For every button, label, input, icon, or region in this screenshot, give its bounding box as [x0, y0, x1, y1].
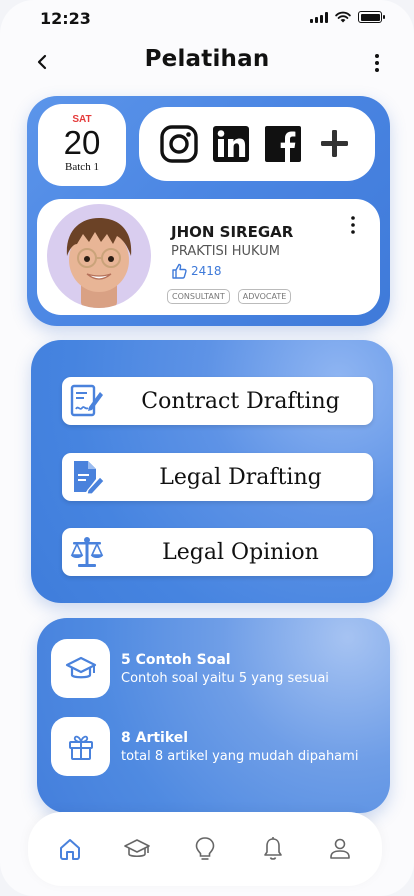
topic-legal-opinion[interactable]: Legal Opinion — [62, 528, 373, 576]
user-icon — [330, 838, 350, 859]
nav-home[interactable] — [53, 832, 87, 866]
app-screen: 12:23 Pelatihan SAT 20 Batch 1 JHON SIRE… — [0, 0, 414, 896]
profile-more-icon[interactable] — [348, 215, 358, 235]
tag-consultant: CONSULTANT — [167, 289, 230, 304]
bell-icon — [263, 837, 282, 860]
topics-card: Contract Drafting Legal Drafting Legal O… — [31, 340, 393, 603]
resource-title: 5 Contoh Soal — [121, 651, 231, 668]
thumbs-up-icon — [172, 263, 187, 279]
resource-text: 5 Contoh Soal Contoh soal yaitu 5 yang s… — [121, 652, 329, 686]
batch-label: Batch 1 — [65, 161, 99, 173]
resource-title: 8 Artikel — [121, 729, 189, 746]
status-time: 12:23 — [40, 9, 91, 28]
graduation-cap-icon — [65, 656, 96, 678]
nav-profile[interactable] — [323, 832, 357, 866]
status-icons — [310, 11, 385, 23]
resource-subtitle: total 8 artikel yang mudah dipahami — [121, 748, 359, 764]
more-options-icon[interactable] — [370, 52, 384, 74]
likes-count[interactable]: 2418 — [171, 263, 222, 279]
nav-ideas[interactable] — [188, 832, 222, 866]
facebook-icon[interactable] — [264, 125, 302, 163]
gift-icon — [68, 735, 93, 760]
resource-contoh-soal[interactable]: 5 Contoh Soal Contoh soal yaitu 5 yang s… — [51, 639, 329, 698]
topic-contract-drafting[interactable]: Contract Drafting — [62, 377, 373, 425]
linkedin-icon[interactable] — [212, 125, 250, 163]
resource-subtitle: Contoh soal yaitu 5 yang sesuai — [121, 670, 329, 686]
nav-courses[interactable] — [120, 832, 154, 866]
avatar — [47, 204, 151, 308]
tag-advocate: ADVOCATE — [237, 289, 292, 304]
plus-icon[interactable] — [316, 125, 354, 163]
trainer-name: JHON SIREGAR — [171, 223, 294, 241]
resource-artikel[interactable]: 8 Artikel total 8 artikel yang mudah dip… — [51, 717, 358, 776]
date-badge: SAT 20 Batch 1 — [38, 104, 126, 186]
scale-icon — [70, 537, 104, 567]
contract-edit-icon — [70, 384, 103, 417]
topic-label: Contract Drafting — [141, 388, 340, 414]
resource-text: 8 Artikel total 8 artikel yang mudah dip… — [121, 730, 358, 764]
document-edit-icon — [74, 461, 105, 495]
resource-icon-box — [51, 639, 110, 698]
resources-card: 5 Contoh Soal Contoh soal yaitu 5 yang s… — [37, 618, 390, 813]
resource-icon-box — [51, 717, 110, 776]
topic-label: Legal Drafting — [159, 464, 322, 490]
signal-icon — [310, 11, 328, 23]
likes-value: 2418 — [191, 264, 222, 278]
lightbulb-icon — [195, 837, 215, 860]
date-number: 20 — [63, 124, 101, 161]
topic-label: Legal Opinion — [162, 539, 319, 565]
social-links — [139, 107, 375, 181]
trainer-profile[interactable]: JHON SIREGAR PRAKTISI HUKUM 2418 CONSULT… — [37, 199, 380, 315]
home-icon — [59, 839, 80, 860]
bottom-nav — [28, 812, 382, 886]
graduation-cap-icon — [124, 839, 151, 858]
trainer-tags: CONSULTANT ADVOCATE — [167, 289, 292, 304]
page-title: Pelatihan — [144, 46, 270, 72]
trainer-card: SAT 20 Batch 1 JHON SIREGAR PRAKTISI HUK… — [27, 96, 390, 326]
wifi-icon — [335, 11, 351, 23]
instagram-icon[interactable] — [160, 125, 198, 163]
nav-notifications[interactable] — [256, 832, 290, 866]
topic-legal-drafting[interactable]: Legal Drafting — [62, 453, 373, 501]
battery-icon — [358, 11, 385, 23]
trainer-role: PRAKTISI HUKUM — [171, 244, 280, 259]
